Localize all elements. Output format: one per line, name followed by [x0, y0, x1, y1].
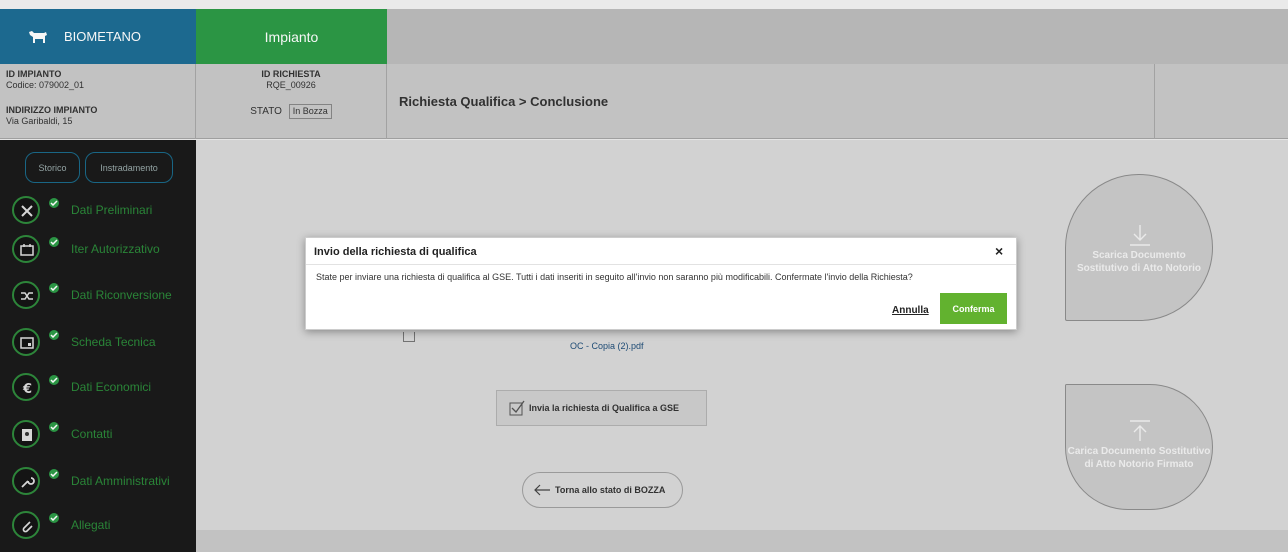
- dialog-message: State per inviare una richiesta di quali…: [316, 272, 913, 282]
- confirm-button[interactable]: Conferma: [940, 293, 1007, 324]
- dialog-title: Invio della richiesta di qualifica: [314, 246, 477, 258]
- cancel-button[interactable]: Annulla: [892, 305, 929, 316]
- close-icon[interactable]: ×: [995, 243, 1003, 259]
- confirm-dialog: Invio della richiesta di qualifica × Sta…: [305, 237, 1017, 330]
- divider: [306, 264, 1016, 265]
